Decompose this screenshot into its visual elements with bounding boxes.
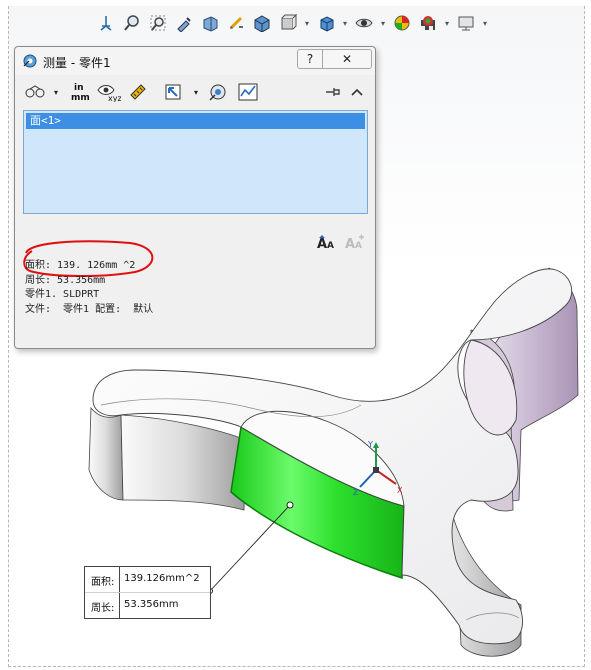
callout-anchor-point (286, 501, 294, 509)
svg-text:A: A (327, 241, 334, 251)
show-xyz-measurements-icon[interactable]: xyz (96, 81, 122, 103)
svg-text:A: A (345, 237, 355, 251)
callout-perimeter-label: 周长: (91, 603, 115, 614)
svg-text:A: A (355, 241, 362, 251)
projected-on-dropdown-icon[interactable]: ▾ (191, 81, 201, 103)
result-part-name: 零件1. SLDPRT (25, 289, 100, 300)
increase-font-icon[interactable]: A A (316, 233, 338, 251)
callout-leader-line (209, 504, 291, 592)
left-arm-side (88, 406, 124, 501)
selection-list-item[interactable]: 面<1> (26, 113, 365, 129)
close-button[interactable]: ✕ (322, 49, 372, 69)
triad-x-label: X (397, 486, 403, 495)
triad-z-label: Z (353, 488, 359, 497)
callout-perimeter-value: 53.356mm (124, 599, 179, 610)
measurement-callout[interactable]: 面积: 139.126mm^2 周长: 53.356mm (84, 566, 211, 619)
decrease-font-icon[interactable]: A A (344, 233, 366, 251)
measurement-history-icon[interactable] (205, 81, 231, 103)
arc-circle-options-icon[interactable] (23, 81, 49, 103)
dialog-titlebar[interactable]: 测量 - 零件1 ? ✕ (15, 47, 375, 75)
svg-text:A: A (317, 237, 327, 251)
measure-dialog: 测量 - 零件1 ? ✕ ▾ in mm xyz ▾ 面<1> A A A A … (14, 46, 376, 349)
collapse-dialog-icon[interactable] (347, 81, 367, 103)
result-perimeter: 周长: 53.356mm (25, 274, 106, 286)
selection-list[interactable]: 面<1> (23, 110, 368, 214)
dialog-title: 测量 - 零件1 (43, 56, 111, 70)
create-sensor-icon[interactable] (235, 81, 261, 103)
triad-y-label: Y (367, 440, 373, 449)
svg-text:xyz: xyz (108, 94, 121, 102)
pin-dialog-icon[interactable] (323, 81, 343, 103)
left-arm-front (120, 414, 247, 511)
measurement-results: 面积: 139. 126mm ^2 周长: 53.356mm 零件1. SLDP… (25, 259, 153, 317)
arc-options-dropdown-icon[interactable]: ▾ (51, 81, 61, 103)
svg-text:mm: mm (71, 93, 90, 103)
projected-on-icon[interactable] (161, 81, 187, 103)
point-to-point-icon[interactable] (125, 81, 151, 103)
result-area: 面积: 139. 126mm ^2 (25, 260, 136, 271)
callout-area-value: 139.126mm^2 (124, 573, 200, 584)
units-precision-icon[interactable]: in mm (67, 81, 93, 103)
dialog-toolbar: ▾ in mm xyz ▾ (21, 79, 367, 105)
svg-text:in: in (74, 83, 84, 93)
callout-area-label: 面积: (91, 577, 115, 588)
result-file-config: 文件: 零件1 配置: 默认 (25, 303, 154, 315)
measure-tool-icon (23, 54, 37, 68)
help-button[interactable]: ? (297, 49, 323, 69)
